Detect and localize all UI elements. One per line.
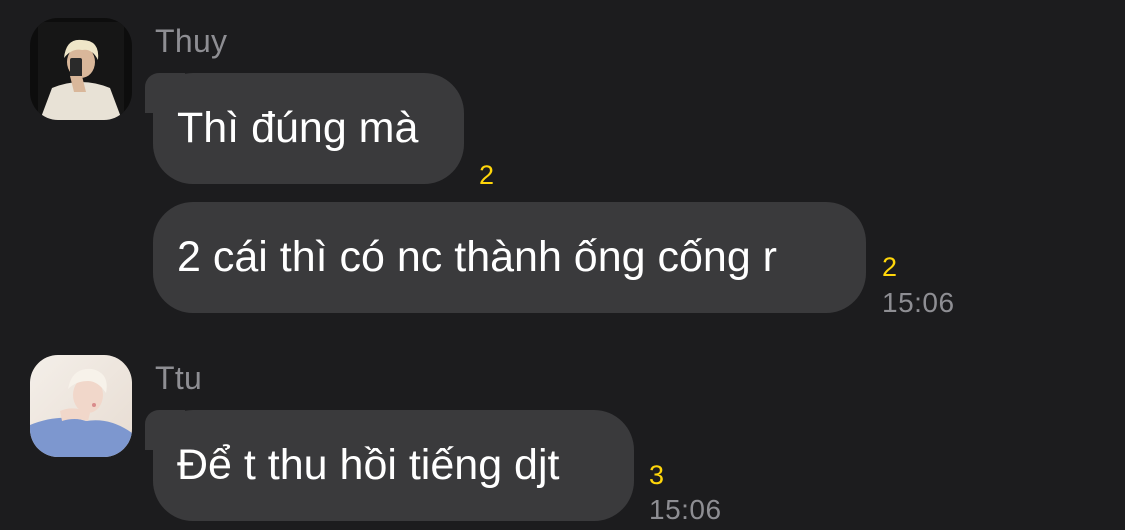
message-timestamp: 15:06 [649, 494, 722, 525]
reaction-count[interactable]: 2 [479, 160, 494, 191]
avatar-image [30, 18, 132, 120]
message-bubble[interactable]: Để t thu hồi tiếng djt [145, 410, 634, 521]
message-bubble[interactable]: Thì đúng mà [145, 73, 464, 184]
reaction-count[interactable]: 3 [649, 460, 664, 491]
message-bubble[interactable]: 2 cái thì có nc thành ống cống r [153, 202, 866, 313]
message-text: Để t thu hồi tiếng djt [177, 441, 560, 489]
message-text: 2 cái thì có nc thành ống cống r [177, 233, 778, 281]
avatar-image [30, 355, 132, 457]
chat-thread: Thuy Thì đúng mà 2 2 cái thì có nc thành… [0, 0, 1125, 530]
message-text: Thì đúng mà [177, 104, 419, 152]
sender-avatar-thuy[interactable] [30, 18, 132, 120]
sender-avatar-ttu[interactable] [30, 355, 132, 457]
sender-name: Ttu [155, 360, 203, 396]
reaction-count[interactable]: 2 [882, 252, 897, 283]
message-timestamp: 15:06 [882, 287, 955, 318]
sender-name: Thuy [155, 23, 228, 59]
